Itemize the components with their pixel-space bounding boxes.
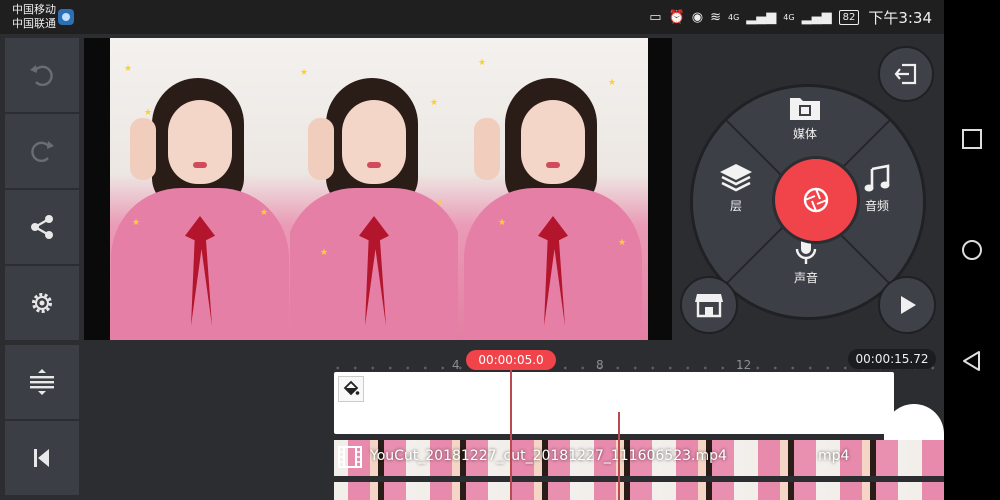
editor-screen: ★ ★ ★ ★ ★ ★ ★ ★ ★ ★ ★ ★ 媒体 层 音频 声音 4 8 1… [0, 34, 944, 500]
network-type-1: 4G [727, 12, 740, 22]
media-button[interactable]: 媒体 [788, 94, 822, 142]
layer-button[interactable]: 层 [718, 162, 754, 214]
film-strip-icon [338, 446, 362, 468]
alarm-icon: ⏰ [668, 9, 685, 25]
cast-icon: ▭ [649, 9, 662, 25]
undo-button[interactable] [5, 38, 79, 112]
settings-icon [32, 293, 52, 313]
play-button[interactable] [878, 276, 936, 334]
audio-label: 音频 [864, 199, 889, 213]
preview-frame-3: ★ ★ ★ ★ [458, 38, 648, 340]
video-clip-2[interactable] [334, 482, 944, 500]
layer-label: 层 [729, 199, 742, 213]
preview-frame-1: ★ ★ ★ ★ [110, 38, 290, 340]
record-button[interactable] [772, 156, 860, 244]
layers-icon [720, 164, 752, 192]
undo-icon [30, 65, 53, 87]
playhead-line[interactable] [510, 370, 512, 500]
media-label: 媒体 [792, 127, 817, 141]
share-icon [31, 215, 53, 239]
status-icons: ▭ ⏰ ◉ ≋ 4G ▂▄▆ 4G ▂▄▆ 82 下午3:34 [649, 0, 932, 34]
music-note-icon [864, 164, 890, 192]
time-ruler [329, 366, 939, 370]
ruler-tick-8: 8 [596, 358, 604, 372]
adjust-track-height-button[interactable] [5, 345, 79, 419]
system-nav-bar [944, 0, 1000, 500]
settings-button[interactable] [5, 266, 79, 340]
signal-icon-2: ▂▄▆ [801, 9, 832, 25]
status-bar: 中国移动 中国联通 ▭ ⏰ ◉ ≋ 4G ▂▄▆ 4G ▂▄▆ 82 下午3:3… [0, 0, 944, 34]
clip-filename: YouCut_20181227_cut_20181227_111606523.m… [370, 448, 727, 464]
clock: 下午3:34 [868, 8, 932, 27]
playhead-time[interactable]: 00:00:05.0 [466, 350, 556, 370]
redo-button[interactable] [5, 114, 79, 188]
skip-to-start-icon [34, 449, 49, 467]
carrier-2: 中国联通 [12, 17, 56, 30]
carrier-1: 中国移动 [12, 3, 56, 16]
ruler-tick-4: 4 [452, 358, 460, 372]
network-type-2: 4G [783, 12, 795, 22]
notification-app-icon [58, 9, 74, 25]
ruler-tick-12: 12 [736, 358, 752, 372]
audio-button[interactable]: 音频 [862, 164, 892, 214]
video-clip[interactable]: YouCut_20181227_cut_20181227_111606523.m… [334, 440, 944, 476]
store-icon [695, 294, 723, 318]
exit-project-button[interactable] [878, 46, 934, 102]
background-clip[interactable] [334, 372, 894, 434]
share-button[interactable] [5, 190, 79, 264]
back-icon[interactable] [961, 350, 983, 372]
jump-to-start-button[interactable] [5, 421, 79, 495]
film-folder-icon [790, 98, 820, 120]
asset-store-button[interactable] [680, 276, 738, 334]
total-duration: 00:00:15.72 [848, 349, 936, 369]
voice-label: 声音 [793, 271, 818, 285]
redo-icon [31, 141, 54, 163]
trim-marker-line [618, 412, 620, 500]
clip-filename-repeat: mp4 [818, 448, 850, 464]
paint-bucket-icon [338, 376, 364, 402]
exit-icon [894, 63, 917, 85]
camera-shutter-icon [803, 187, 829, 213]
eye-icon: ◉ [691, 9, 704, 25]
preview-frame-2: ★ ★ ★ ★ [290, 38, 458, 340]
video-preview[interactable]: ★ ★ ★ ★ ★ ★ ★ ★ ★ ★ ★ ★ [84, 38, 672, 340]
wifi-icon: ≋ [710, 9, 721, 25]
adjust-height-icon [30, 369, 54, 395]
play-icon [901, 296, 916, 314]
battery-level: 82 [838, 9, 860, 25]
signal-icon-1: ▂▄▆ [746, 9, 777, 25]
home-icon[interactable] [961, 239, 983, 261]
recents-icon[interactable] [961, 128, 983, 150]
timeline[interactable]: 4 8 12 00:00:05.0 00:00:15.72 YouCut_201… [84, 344, 944, 500]
